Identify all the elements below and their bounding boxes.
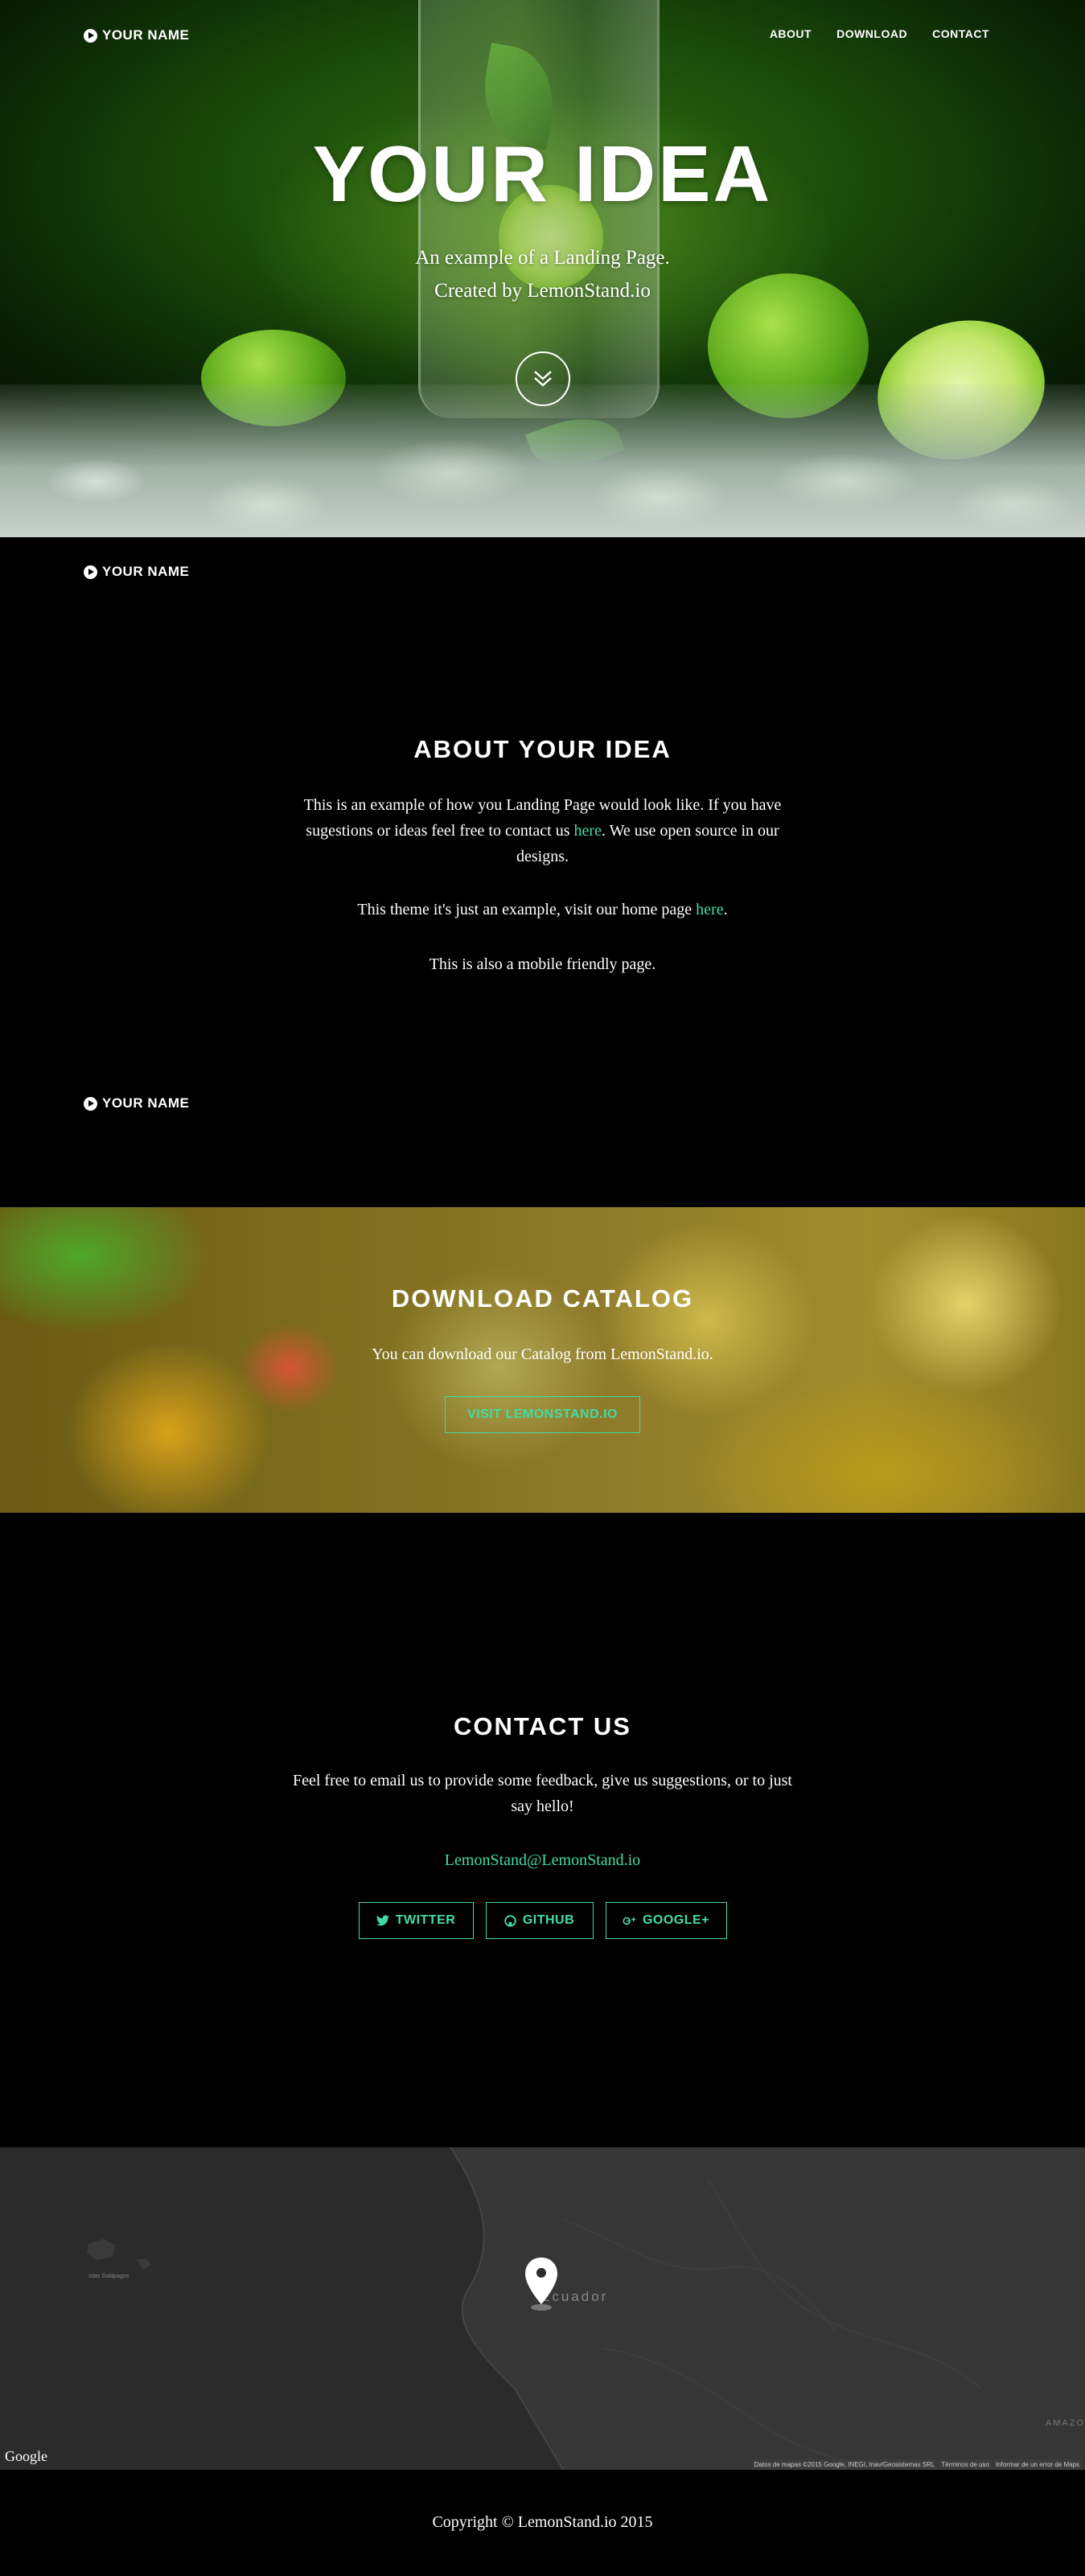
hero-subtitle-line1: An example of a Landing Page. [415,247,670,269]
social-buttons: TWITTER GITHUB GOOGLE+ [0,1902,1085,1939]
brand-name: YOUR NAME [102,564,190,579]
double-chevron-down-icon [534,371,552,387]
map-data-credit[interactable]: Datos de mapas ©2015 Google, INEGI, Inav… [751,2459,938,2470]
google-logo[interactable]: Google [5,2448,47,2465]
brand-logo[interactable]: YOUR NAME [84,27,189,43]
brand-logo[interactable]: YOUR NAME [84,1095,189,1111]
map-section[interactable]: Islas Galápagos Ecuador AMAZO Google Dat… [0,2147,1085,2470]
region-label: AMAZO [1045,2418,1085,2428]
download-heading: DOWNLOAD CATALOG [391,1284,694,1313]
hero-subtitle-line2: Created by LemonStand.io [434,280,651,302]
google-plus-icon [623,1917,636,1925]
nav-link-contact[interactable]: CONTACT [932,27,989,40]
github-icon [504,1914,516,1927]
twitter-button[interactable]: TWITTER [358,1902,474,1939]
map-report-error-link[interactable]: Informar de un error de Maps [993,2459,1082,2470]
about-text-line: sugestions or ideas feel free to contact… [0,818,1085,844]
google-plus-button[interactable]: GOOGLE+ [605,1902,727,1939]
about-text: sugestions or ideas feel free to contact… [306,822,574,840]
github-label: GITHUB [522,1913,575,1927]
contact-text: Feel free to email us to provide some fe… [0,1768,1085,1819]
homepage-here-link[interactable]: here [696,901,723,918]
download-section: DOWNLOAD CATALOG You can download our Ca… [0,1207,1085,1513]
about-text: This theme it's just an example, visit o… [357,901,697,918]
about-heading: ABOUT YOUR IDEA [413,735,672,763]
brand-name: YOUR NAME [102,1095,190,1111]
download-text: You can download our Catalog from LemonS… [372,1346,713,1363]
map-attribution: Datos de mapas ©2015 Google, INEGI, Inav… [751,2459,1082,2470]
crushed-ice-image [0,384,1085,537]
visit-lemonstand-button[interactable]: VISIT LEMONSTAND.IO [445,1396,640,1433]
twitter-icon [376,1915,389,1926]
about-homepage-line: This theme it's just an example, visit o… [0,897,1085,922]
footer-copyright: Copyright © LemonStand.io 2015 [432,2513,653,2531]
contact-here-link[interactable]: here [574,822,602,840]
google-plus-label: GOOGLE+ [642,1913,710,1927]
island-label: Islas Galápagos [88,2274,129,2279]
contact-text-line: Feel free to email us to provide some fe… [293,1772,792,1789]
about-text-line: designs. [516,848,569,865]
map-pin-icon[interactable] [523,2256,560,2312]
about-text-line: This is an example of how you Landing Pa… [303,796,782,814]
hero-title: YOUR IDEA [312,129,773,218]
play-circle-icon [84,1096,97,1111]
about-paragraph: This is an example of how you Landing Pa… [0,792,1085,869]
contact-text-line: say hello! [511,1797,574,1815]
contact-email-link[interactable]: LemonStand@LemonStand.io [445,1851,640,1869]
github-button[interactable]: GITHUB [485,1902,594,1939]
main-nav: ABOUT DOWNLOAD CONTACT [770,27,989,40]
nav-link-about[interactable]: ABOUT [770,27,812,40]
play-circle-icon [84,28,97,43]
about-text: . We use open source in our [601,822,779,840]
about-text: . [723,901,728,918]
scroll-down-button[interactable] [516,351,570,406]
map-terms-link[interactable]: Términos de uso [939,2459,992,2470]
about-mobile-line: This is also a mobile friendly page. [429,955,656,973]
play-circle-icon [84,565,97,579]
brand-name: YOUR NAME [102,27,190,43]
twitter-label: TWITTER [395,1913,456,1927]
hero-section: YOUR NAME ABOUT DOWNLOAD CONTACT YOUR ID… [0,0,1085,537]
nav-link-download[interactable]: DOWNLOAD [836,27,907,40]
contact-heading: CONTACT US [454,1712,631,1740]
brand-logo[interactable]: YOUR NAME [84,564,189,580]
